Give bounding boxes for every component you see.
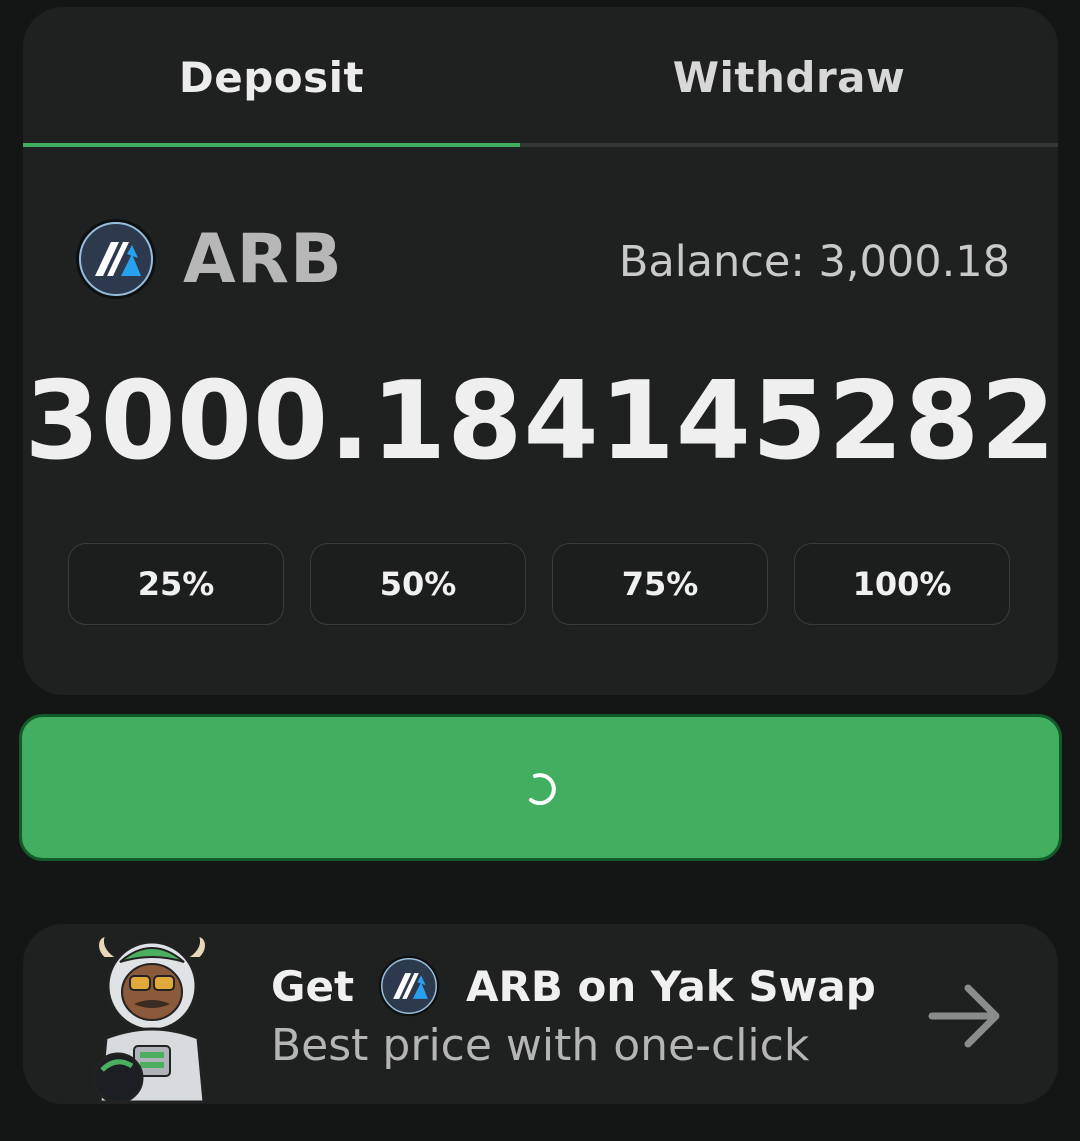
tab-bar: Deposit Withdraw — [23, 7, 1058, 147]
promo-subtitle: Best price with one-click — [271, 1020, 810, 1071]
promo-title: Get ARB on Yak Swap — [271, 955, 876, 1017]
tab-withdraw[interactable]: Withdraw — [520, 7, 1058, 147]
tab-withdraw-label: Withdraw — [672, 52, 906, 102]
percent-50-button[interactable]: 50% — [310, 543, 526, 625]
promo-prefix: Get — [271, 961, 355, 1011]
token-symbol: ARB — [183, 219, 343, 299]
token-selector[interactable]: ARB — [75, 213, 343, 305]
percent-button-row: 25% 50% 75% 100% — [68, 543, 1013, 627]
promo-token-text: ARB on Yak Swap — [466, 961, 876, 1011]
arbitrum-logo-icon — [76, 219, 156, 299]
amount-input[interactable]: 3000.184145282 — [23, 359, 1058, 484]
percent-75-button[interactable]: 75% — [552, 543, 768, 625]
yak-astronaut-mascot — [92, 934, 207, 1104]
deposit-card: Deposit Withdraw ARB Balance: 3,000.18 3… — [23, 7, 1058, 695]
tab-deposit-label: Deposit — [178, 52, 365, 102]
arrow-right-icon[interactable] — [928, 978, 1004, 1054]
percent-100-button[interactable]: 100% — [794, 543, 1010, 625]
percent-25-button[interactable]: 25% — [68, 543, 284, 625]
tab-deposit[interactable]: Deposit — [23, 7, 520, 147]
arbitrum-logo-icon — [378, 955, 440, 1017]
tab-active-indicator — [23, 143, 520, 147]
balance-label: Balance: 3,000.18 — [618, 237, 1010, 287]
loading-spinner-icon — [528, 772, 556, 805]
deposit-submit-button[interactable] — [19, 714, 1062, 861]
